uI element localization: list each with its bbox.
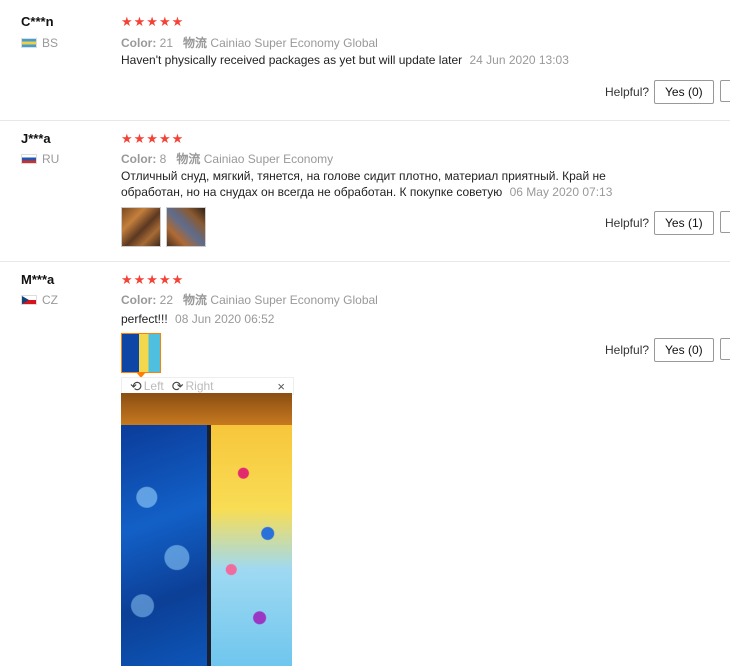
reviewer-country: BS [21,36,58,50]
review-text: Отличный снуд, мягкий, тянется, на голов… [121,168,641,200]
rotate-right-icon: ⟳ [171,377,184,394]
ru-flag-icon [21,154,37,164]
divider [0,120,730,121]
color-value: 8 [159,152,167,166]
rotate-left-icon: ⟲ [130,377,142,394]
photo-colorful-fabric [211,425,292,666]
review-photo-thumbnail[interactable] [121,207,161,247]
color-value: 22 [159,293,174,307]
review-date: 24 Jun 2020 13:03 [469,53,569,67]
helpful-no-button[interactable] [720,80,730,102]
star-rating: ★★★★★ [121,272,185,287]
cz-flag-icon [21,295,37,305]
helpful-no-button[interactable] [720,211,730,233]
review-body: perfect!!! [121,312,168,326]
close-icon[interactable]: × [277,379,285,394]
color-label: Color: [121,36,157,50]
review-meta: Color: 8 物流 Cainiao Super Economy [121,150,333,167]
country-code: BS [42,36,59,50]
helpful-yes-button[interactable]: Yes (1) [654,211,714,235]
photo-wood-background [121,393,292,425]
photo-blue-fabric [121,425,207,666]
reviewer-country: CZ [21,293,58,307]
color-label: Color: [121,152,157,166]
shipping-label: 物流 [183,36,208,50]
reviewer-name: J***a [21,131,51,146]
review-meta: Color: 22 物流 Cainiao Super Economy Globa… [121,291,378,308]
divider [0,261,730,262]
review-meta: Color: 21 物流 Cainiao Super Economy Globa… [121,34,378,51]
helpful-row: Helpful? Yes (0) [605,80,714,104]
country-code: CZ [42,293,58,307]
shipping-label: 物流 [176,152,201,166]
shipping-label: 物流 [183,293,208,307]
color-label: Color: [121,293,157,307]
country-code: RU [42,152,60,166]
color-value: 21 [159,36,174,50]
reviewer-country: RU [21,152,59,166]
shipping-value: Cainiao Super Economy [203,152,334,166]
review-photo-thumbnail[interactable] [166,207,206,247]
helpful-yes-button[interactable]: Yes (0) [654,80,714,104]
reviewer-name: C***n [21,14,54,29]
review-photo-thumbnail-selected[interactable] [121,333,161,373]
star-rating: ★★★★★ [121,14,185,29]
review-date: 08 Jun 2020 06:52 [175,312,275,326]
helpful-label: Helpful? [605,85,650,99]
review-photo-large [121,393,292,666]
review-body: Haven't physically received packages as … [121,53,463,67]
helpful-row: Helpful? Yes (0) [605,338,714,362]
reviewer-name: M***a [21,272,55,287]
review-date: 06 May 2020 07:13 [509,185,613,199]
star-rating: ★★★★★ [121,131,185,146]
helpful-label: Helpful? [605,343,650,357]
shipping-value: Cainiao Super Economy Global [210,36,378,50]
rotate-left-button[interactable]: ⟲ Left [130,378,164,395]
review-text: Haven't physically received packages as … [121,52,641,68]
review-text: perfect!!! 08 Jun 2020 06:52 [121,311,641,327]
helpful-label: Helpful? [605,216,650,230]
helpful-row: Helpful? Yes (1) [605,211,714,235]
rotate-right-label: Right [185,379,214,393]
rotate-right-button[interactable]: ⟳ Right [172,378,214,395]
shipping-value: Cainiao Super Economy Global [210,293,378,307]
rotate-left-label: Left [143,379,164,393]
bs-flag-icon [21,38,37,48]
helpful-yes-button[interactable]: Yes (0) [654,338,714,362]
helpful-no-button[interactable] [720,338,730,360]
